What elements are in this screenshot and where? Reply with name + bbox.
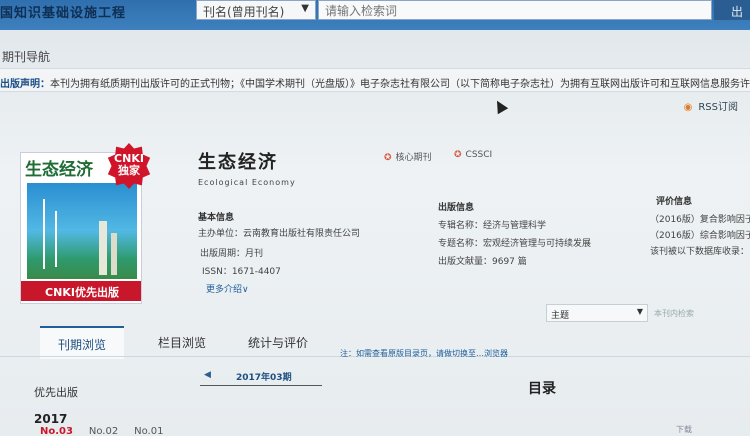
search-input[interactable] — [318, 0, 712, 20]
more-info-link[interactable]: 更多介绍∨ — [206, 282, 249, 295]
year-label[interactable]: 2017 — [34, 412, 67, 426]
download-label: 下载 — [676, 425, 692, 434]
journal-title-en: Ecological Economy — [198, 178, 296, 187]
breadcrumb[interactable]: 期刊导航 — [2, 48, 50, 65]
search-field-select[interactable]: 刊名(曾用刊名) ▼ — [196, 0, 316, 20]
cover-banner: CNKI优先出版 — [21, 281, 141, 301]
basic-info-heading: 基本信息 — [198, 213, 235, 223]
badge-line2: 独家 — [118, 164, 140, 177]
current-issue: 2017年03期 — [236, 373, 292, 383]
tab-statistics[interactable]: 统计与评价 — [230, 326, 326, 357]
wind-turbine-icon — [55, 211, 57, 267]
catalog-heading: 目录 — [528, 381, 556, 397]
building-icon — [99, 221, 107, 275]
search-field-label: 刊名(曾用刊名) — [203, 5, 285, 19]
notice-text: 本刊为拥有纸质期刊出版许可的正式刊物；《中国学术期刊（光盘版）》电子杂志社有限公… — [50, 79, 750, 90]
tab-column-browse[interactable]: 栏目浏览 — [140, 326, 224, 357]
frequency-line: 出版周期：月刊 — [200, 249, 264, 259]
cssci-tag: ✪ CSSCI — [454, 150, 492, 160]
mouse-cursor-icon — [491, 97, 509, 115]
core-journal-tag: ✪ 核心期刊 — [384, 150, 432, 163]
sponsor-line: 主办单位：云南教育出版社有限责任公司 — [198, 229, 361, 239]
tag-label: CSSCI — [465, 150, 493, 160]
rss-link[interactable]: ◉ RSS订阅 — [684, 98, 738, 113]
tag-icon: ✪ — [384, 153, 392, 163]
top-bar: 国知识基础设施工程 刊名(曾用刊名) ▼ 出 — [0, 0, 750, 30]
cover-title: 生态经济 — [25, 160, 93, 180]
issue-link[interactable]: No.02 — [89, 426, 118, 436]
site-title: 国知识基础设施工程 — [0, 6, 127, 21]
issue-navigator[interactable]: ◀ 2017年03期 — [200, 368, 322, 386]
search-button[interactable]: 出 — [714, 0, 750, 20]
journal-title: 生态经济 — [198, 152, 278, 173]
tab-issue-browse[interactable]: 刊期浏览 — [40, 326, 125, 359]
building-icon — [111, 233, 117, 275]
catalog-filter-select[interactable]: 主题 ▼ — [546, 304, 648, 322]
topic-name-line: 专题名称：宏观经济管理与可持续发展 — [438, 239, 592, 249]
in-journal-search[interactable]: 本刊内检索 — [648, 304, 694, 319]
rss-label: RSS订阅 — [698, 102, 738, 113]
rss-icon: ◉ — [683, 102, 693, 113]
chevron-down-icon: ▼ — [636, 307, 643, 316]
issue-link[interactable]: No.01 — [134, 426, 163, 436]
priority-publish-link[interactable]: 优先出版 — [34, 384, 78, 400]
eval-line-2: （2016版）综合影响因子 — [650, 231, 750, 241]
eval-info-heading: 评价信息 — [656, 197, 693, 207]
wind-turbine-icon — [43, 199, 45, 269]
notice-lead: 出版声明： — [0, 79, 50, 90]
tag-icon: ✪ — [454, 150, 462, 160]
issn-line: ISSN：1671-4407 — [202, 267, 281, 277]
prev-arrow-icon[interactable]: ◀ — [204, 370, 211, 380]
issue-list: No.03 No.02 No.01 — [40, 426, 163, 436]
filter-label: 主题 — [551, 311, 570, 321]
issue-link[interactable]: No.03 — [40, 426, 73, 436]
eval-line-1: （2016版）复合影响因子 — [650, 215, 750, 225]
article-count-line: 出版文献量：9697 篇 — [438, 257, 527, 267]
publish-notice: 出版声明：本刊为拥有纸质期刊出版许可的正式刊物；《中国学术期刊（光盘版）》电子杂… — [0, 68, 750, 92]
eval-line-3: 该刊被以下数据库收录： — [650, 247, 750, 257]
chevron-down-icon: ▼ — [301, 3, 309, 14]
publish-info-heading: 出版信息 — [438, 203, 475, 213]
tag-label: 核心期刊 — [395, 153, 432, 163]
cover-image — [27, 183, 137, 279]
special-name-line: 专辑名称：经济与管理科学 — [438, 221, 547, 231]
catalog-tip[interactable]: 注：如需查看原版目录页，请做切换至…浏览器 — [340, 348, 508, 359]
